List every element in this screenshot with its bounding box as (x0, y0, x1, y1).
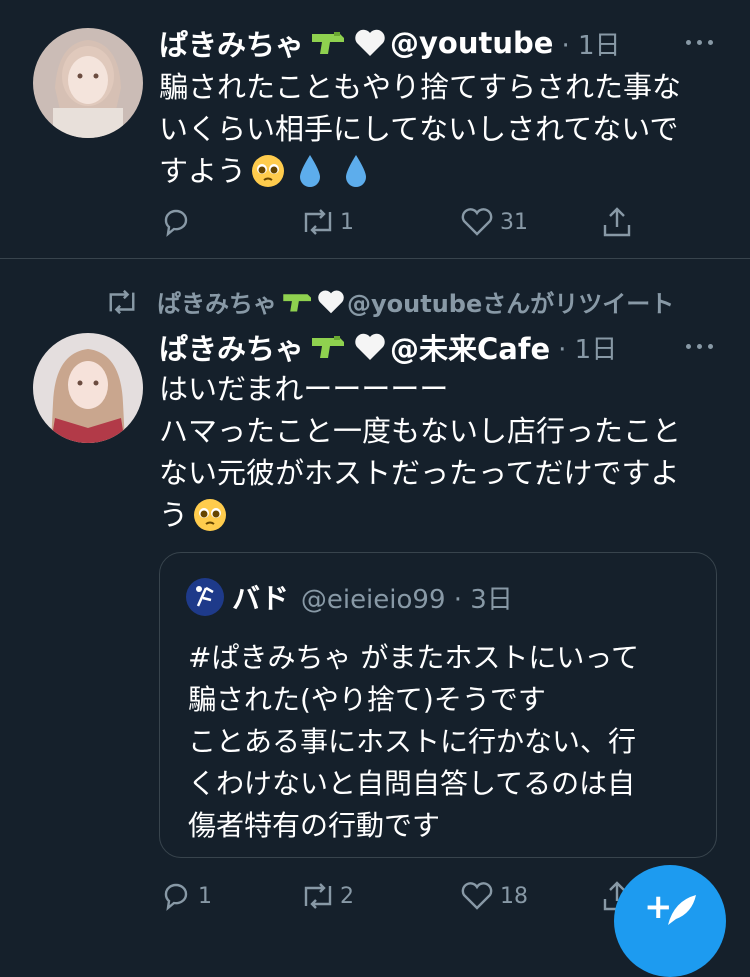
droplet-icon (298, 153, 322, 189)
retweet-icon (304, 883, 332, 909)
tweet-header: ぱきみちゃ @youtube · 1日 (159, 22, 621, 64)
water-pistol-icon (310, 28, 348, 58)
text-line: ない元彼がホストだったってだけですよ (159, 456, 680, 490)
text-line: う (159, 498, 189, 532)
text-line: すよう (159, 154, 247, 188)
display-name[interactable]: バド (232, 577, 289, 617)
reply-count: 1 (198, 883, 212, 909)
compose-tweet-button[interactable]: + (614, 865, 726, 977)
text-line: いくらい相手にしてないしされてないで (159, 112, 679, 146)
timestamp[interactable]: · 1日 (558, 329, 617, 366)
text-line: くわけないと自問自答してるのは自 (188, 767, 636, 800)
reply-icon (164, 883, 188, 911)
white-heart-icon (317, 289, 345, 315)
reply-button[interactable]: 1 (160, 880, 300, 912)
divider (0, 258, 750, 259)
water-pistol-icon (310, 332, 348, 362)
handle[interactable]: @未来Cafe (390, 326, 550, 368)
retweet-icon (304, 209, 332, 235)
text-line: 騙されたこともやり捨てすらされた事な (159, 70, 682, 104)
white-heart-icon (354, 332, 386, 362)
tweet-actions: 1 2 18 (160, 879, 634, 913)
retweet-count: 2 (340, 883, 354, 909)
text-line: #ぱきみちゃ がまたホストにいって (188, 641, 639, 674)
quoted-tweet-header: バド @eieieio99 · 3日 (186, 577, 513, 617)
quoted-tweet[interactable]: バド @eieieio99 · 3日 #ぱきみちゃ がまたホストにいって 騙され… (159, 552, 717, 858)
quoted-tweet-text: #ぱきみちゃ がまたホストにいって 騙された(やり捨て)そうです ことある事にホ… (188, 637, 639, 847)
water-pistol-icon (281, 289, 315, 315)
text-line: 傷者特有の行動です (188, 809, 441, 842)
retweet-count: 1 (340, 209, 354, 235)
retweeter-name: ぱきみちゃ (157, 290, 277, 318)
text-line: 騙された(やり捨て)そうです (188, 683, 546, 716)
text-line: ことある事にホストに行かない、行 (188, 725, 637, 758)
retweet-banner[interactable]: ぱきみちゃ @youtubeさんがリツイート (105, 284, 674, 319)
handle[interactable]: @eieieio99 · 3日 (301, 579, 513, 616)
like-count: 31 (500, 209, 528, 235)
feather-icon (668, 895, 696, 925)
more-options-icon[interactable] (686, 40, 713, 45)
avatar[interactable] (186, 578, 224, 616)
timestamp[interactable]: · 1日 (561, 25, 620, 62)
reply-icon (164, 209, 188, 237)
avatar[interactable] (33, 333, 143, 443)
pleading-face-icon (250, 153, 286, 189)
heart-icon (461, 882, 493, 910)
display-name[interactable]: ぱきみちゃ (159, 326, 304, 368)
tweet-1[interactable]: ぱきみちゃ @youtube · 1日 騙されたこともやり捨てすらされた事な い… (0, 0, 750, 258)
avatar[interactable] (33, 28, 143, 138)
tweet-header: ぱきみちゃ @未来Cafe · 1日 (159, 326, 617, 368)
retweet-banner-suffix: @youtubeさんがリツイート (347, 290, 675, 318)
heart-icon (461, 208, 493, 236)
share-button[interactable] (600, 205, 634, 239)
retweet-button[interactable]: 1 (300, 206, 460, 238)
like-count: 18 (500, 883, 528, 909)
text-line: ハマったこと一度もないし店行ったこと (159, 414, 682, 448)
share-icon (603, 207, 631, 237)
more-options-icon[interactable] (686, 344, 713, 349)
white-heart-icon (354, 28, 386, 58)
reply-button[interactable] (160, 206, 300, 238)
droplet-icon (344, 153, 368, 189)
like-button[interactable]: 18 (460, 880, 600, 912)
retweet-button[interactable]: 2 (300, 880, 460, 912)
tweet-text: はいだまれーーーーー ハマったこと一度もないし店行ったこと ない元彼がホストだっ… (159, 368, 681, 536)
tweet-actions: 1 31 (160, 205, 634, 239)
tweet-text: 騙されたこともやり捨てすらされた事な いくらい相手にしてないしされてないで すよ… (159, 66, 681, 192)
like-button[interactable]: 31 (460, 206, 600, 238)
pleading-face-icon (192, 497, 228, 533)
retweet-icon (109, 289, 135, 314)
display-name[interactable]: ぱきみちゃ (159, 22, 304, 64)
text-line: はいだまれーーーーー (159, 372, 449, 406)
handle[interactable]: @youtube (390, 26, 553, 60)
